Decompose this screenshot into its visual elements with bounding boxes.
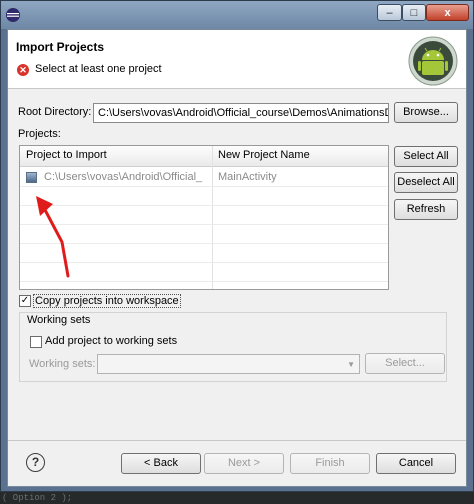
copy-into-workspace-label[interactable]: Copy projects into workspace [33, 294, 181, 308]
working-sets-combo[interactable]: ▼ [97, 354, 360, 374]
help-icon[interactable]: ? [26, 453, 45, 472]
add-to-working-sets-label[interactable]: Add project to working sets [45, 335, 177, 347]
root-directory-input[interactable]: C:\Users\vovas\Android\Official_course\D… [93, 103, 389, 123]
browse-button[interactable]: Browse... [394, 102, 458, 123]
wizard-header: Import Projects ✕ Select at least one pr… [8, 30, 466, 89]
page-title: Import Projects [16, 40, 105, 54]
projects-label: Projects: [18, 128, 61, 140]
back-button[interactable]: < Back [121, 453, 201, 474]
root-directory-label: Root Directory: [18, 106, 92, 118]
deselect-all-button[interactable]: Deselect All [394, 172, 458, 193]
error-message: Select at least one project [35, 63, 162, 75]
chevron-down-icon: ▼ [347, 360, 355, 369]
import-dialog-window: – □ x Import Projects ✕ Select at least … [0, 0, 474, 492]
working-sets-group-label: Working sets [27, 314, 91, 326]
cancel-button[interactable]: Cancel [376, 453, 456, 474]
next-button[interactable]: Next > [204, 453, 284, 474]
error-icon: ✕ [17, 64, 29, 76]
red-arrow-annotation [36, 196, 70, 278]
title-bar[interactable]: – □ x [1, 1, 473, 29]
projects-table[interactable]: Project to Import New Project Name C:\Us… [19, 145, 389, 290]
android-logo-icon [408, 36, 458, 86]
footer-separator [8, 440, 466, 441]
working-sets-field-label: Working sets: [29, 358, 96, 370]
maximize-button[interactable]: □ [402, 4, 426, 21]
minimize-button[interactable]: – [377, 4, 402, 21]
eclipse-app-icon [6, 8, 20, 22]
close-button[interactable]: x [426, 4, 469, 21]
copy-into-workspace-checkbox[interactable]: ✓ [19, 295, 31, 307]
add-to-working-sets-checkbox[interactable] [30, 336, 42, 348]
dialog-client-area: Import Projects ✕ Select at least one pr… [7, 29, 467, 487]
select-working-sets-button[interactable]: Select... [365, 353, 445, 374]
refresh-button[interactable]: Refresh [394, 199, 458, 220]
finish-button[interactable]: Finish [290, 453, 370, 474]
select-all-button[interactable]: Select All [394, 146, 458, 167]
background-code-text: ( Option 2 ); [0, 492, 474, 504]
